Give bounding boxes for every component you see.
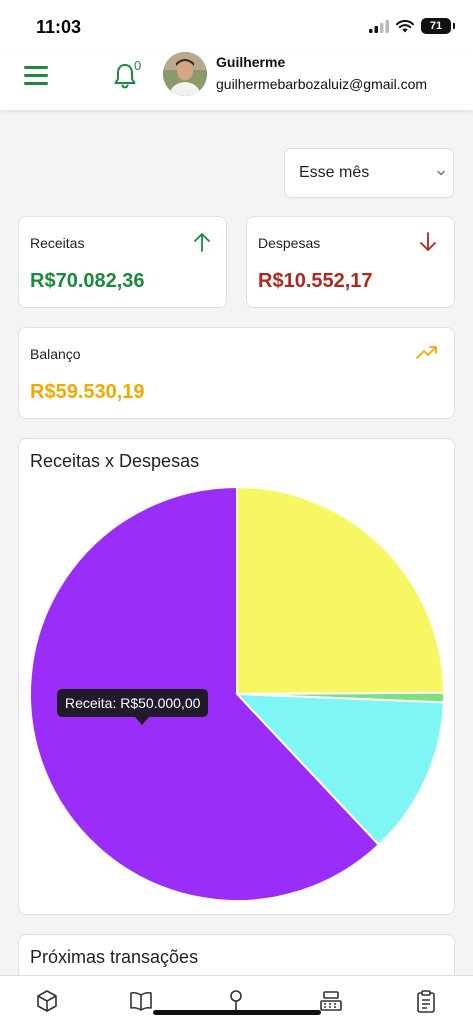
chart-tooltip: Receita: R$50.000,00 [57, 689, 209, 725]
upcoming-transactions-title: Próximas transações [30, 947, 199, 967]
user-email: guilhermebarbozaluiz@gmail.com [216, 76, 428, 92]
income-label: Receitas [30, 235, 85, 251]
clipboard-icon[interactable] [413, 988, 439, 1014]
status-time: 11:03 [36, 17, 82, 37]
app-header: 0 Guilherme guilhermebarbozaluiz@gmail.c… [0, 50, 473, 110]
pie-chart[interactable] [19, 439, 455, 915]
expenses-card[interactable]: Despesas R$10.552,17 [246, 216, 455, 308]
balance-label: Balanço [30, 346, 81, 362]
avatar[interactable] [163, 52, 207, 96]
income-value: R$70.082,36 [30, 270, 145, 292]
battery-icon: 71 [421, 18, 455, 34]
status-bar: 11:03 71 [0, 0, 473, 50]
expenses-value: R$10.552,17 [258, 270, 373, 292]
hamburger-menu-icon[interactable] [24, 66, 48, 88]
period-select-value: Esse mês [299, 164, 370, 181]
book-open-icon[interactable] [128, 988, 154, 1014]
arrow-down-icon [420, 232, 436, 251]
balance-card[interactable]: Balanço R$59.530,19 [18, 327, 455, 419]
chevron-down-icon [437, 170, 445, 176]
period-select[interactable]: Esse mês [284, 148, 454, 198]
cash-register-icon[interactable] [318, 988, 344, 1014]
chart-card: Receitas x Despesas Receita: R$50.000,00 [18, 438, 455, 915]
status-icons: 71 [369, 18, 455, 34]
balance-value: R$59.530,19 [30, 381, 145, 403]
pie-slice-0[interactable] [236, 485, 446, 696]
bottom-tab-bar [0, 975, 473, 1024]
user-name: Guilherme [216, 54, 286, 70]
arrow-up-icon [194, 233, 210, 252]
home-indicator [153, 1010, 321, 1015]
notification-count: 0 [134, 58, 142, 73]
box-icon[interactable] [34, 988, 60, 1014]
trending-up-icon [416, 346, 437, 359]
income-card[interactable]: Receitas R$70.082,36 [18, 216, 227, 308]
expenses-label: Despesas [258, 235, 321, 251]
wifi-icon [396, 19, 414, 32]
cellular-signal-icon [369, 19, 389, 33]
